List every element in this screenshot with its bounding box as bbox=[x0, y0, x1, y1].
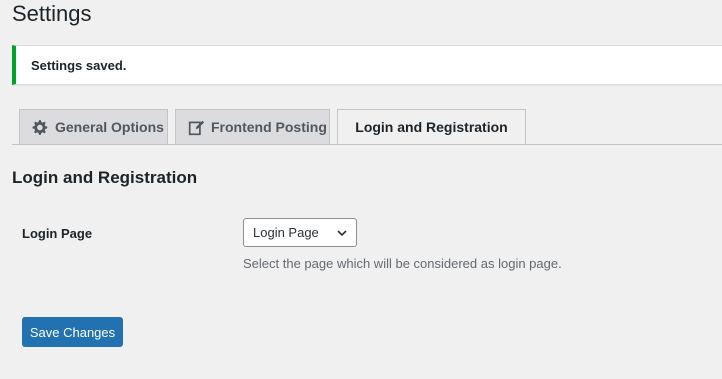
edit-icon bbox=[187, 118, 205, 136]
chevron-down-icon bbox=[336, 227, 348, 239]
tab-general-options[interactable]: General Options bbox=[19, 109, 168, 144]
gear-icon bbox=[31, 118, 49, 136]
tab-frontend-posting-label: Frontend Posting bbox=[211, 119, 327, 135]
section-title: Login and Registration bbox=[12, 168, 198, 187]
page-title: Settings bbox=[12, 1, 92, 26]
notice-text: Settings saved. bbox=[31, 58, 127, 73]
login-page-description: Select the page which will be considered… bbox=[243, 256, 562, 271]
tab-login-and-registration[interactable]: Login and Registration bbox=[337, 109, 526, 145]
save-changes-button[interactable]: Save Changes bbox=[22, 317, 123, 347]
tab-frontend-posting[interactable]: Frontend Posting bbox=[175, 109, 330, 144]
tab-general-options-label: General Options bbox=[55, 119, 164, 135]
tab-divider bbox=[12, 144, 722, 145]
settings-saved-notice: Settings saved. bbox=[12, 45, 722, 85]
login-page-label: Login Page bbox=[22, 226, 93, 241]
tab-login-and-registration-label: Login and Registration bbox=[355, 119, 508, 135]
login-page-select[interactable]: Login Page bbox=[243, 218, 357, 247]
login-page-select-value: Login Page bbox=[253, 225, 319, 240]
